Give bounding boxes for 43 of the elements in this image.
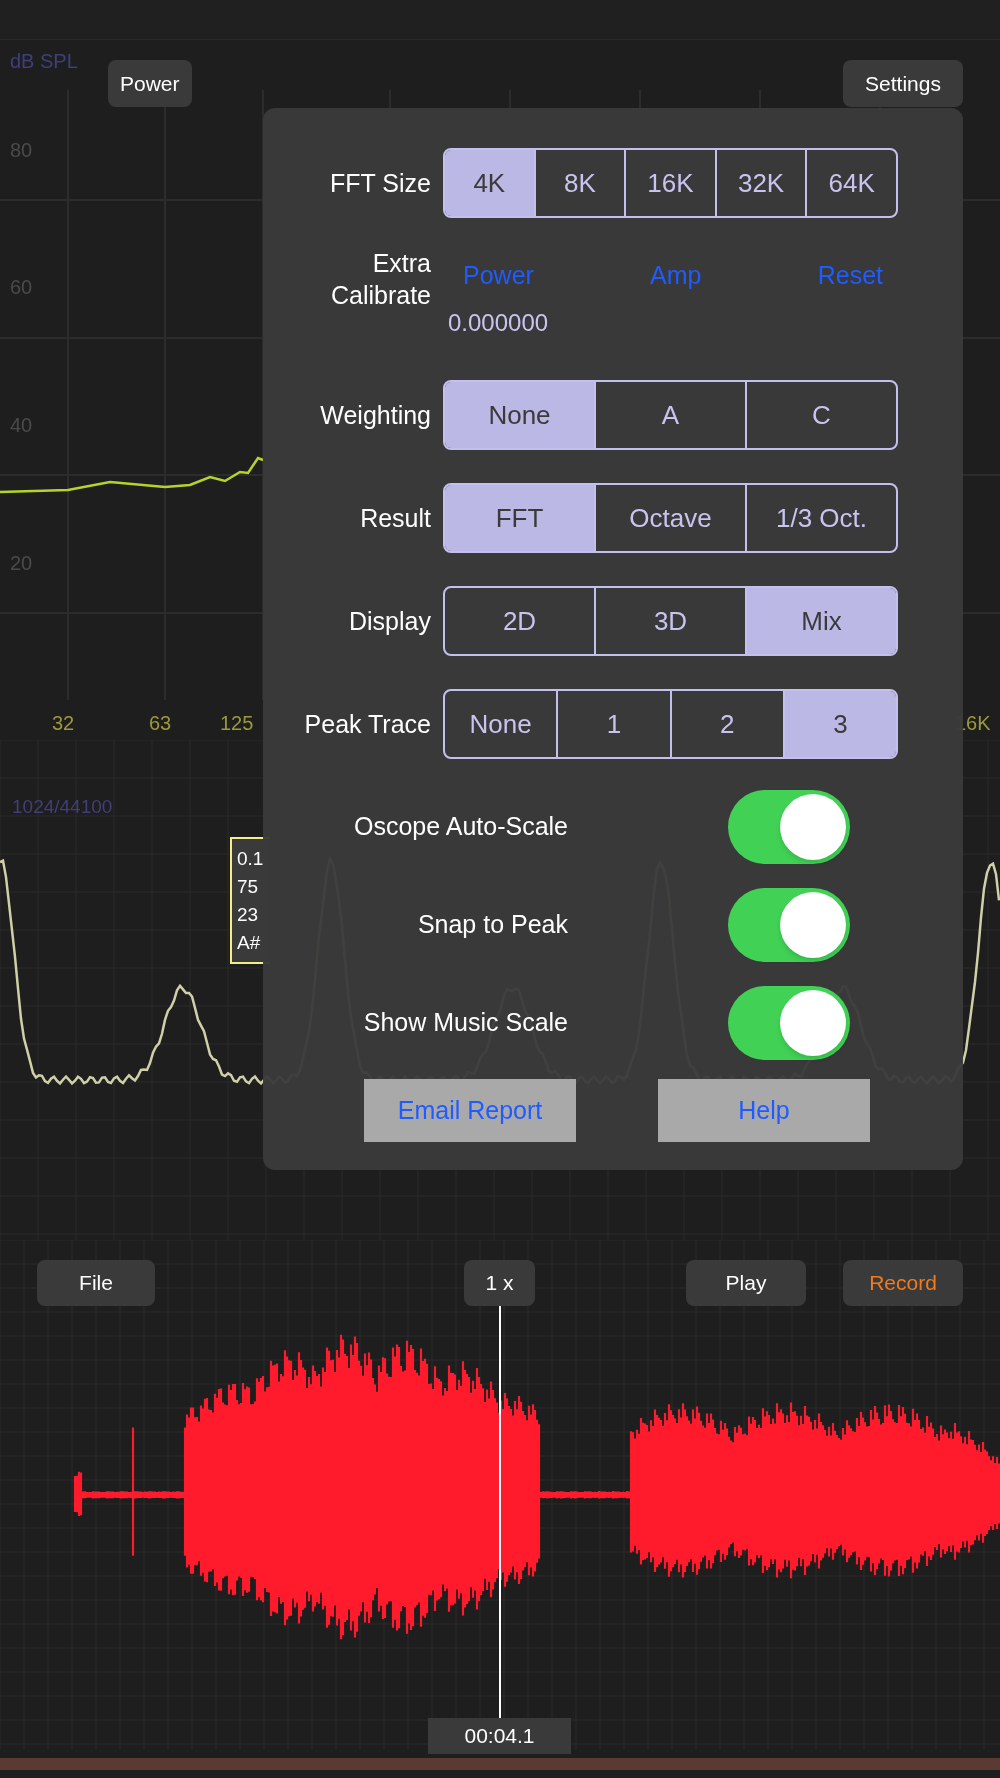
toggle-label: Show Music Scale (362, 1007, 568, 1039)
segment-option[interactable]: 32K (714, 150, 806, 216)
segment-option[interactable]: Mix (745, 588, 896, 654)
zoom-button[interactable]: 1 x (464, 1260, 535, 1306)
toggle-switch[interactable] (728, 986, 850, 1060)
axis-tick-label: 63 (149, 711, 172, 736)
toggle-label: Oscope Auto-Scale (353, 811, 568, 843)
segment-option[interactable]: 16K (624, 150, 715, 216)
toggle-label: Snap to Peak (416, 909, 568, 941)
marker-value: A# (237, 930, 262, 955)
setting-label: Display (348, 606, 432, 637)
scale-label: 1024/44100 (12, 795, 113, 819)
axis-tick-label: 125 (220, 711, 254, 736)
power-button[interactable]: Power (108, 60, 192, 107)
setting-label: Weighting (319, 400, 432, 431)
file-button[interactable]: File (37, 1260, 155, 1306)
segment-option[interactable]: None (445, 691, 557, 757)
segment-option[interactable]: 1/3 Oct. (745, 485, 896, 551)
time-label: 00:04.1 (428, 1718, 571, 1754)
segment-option[interactable]: C (745, 382, 896, 448)
segment-option[interactable]: 1 (556, 691, 670, 757)
marker-value: 23 (237, 902, 260, 927)
setting-label: Result (359, 503, 432, 534)
axis-unit-label: dB SPL (10, 49, 78, 74)
setting-label: Extra Calibrate (329, 248, 432, 311)
segment-option[interactable]: None (445, 382, 594, 448)
calibration-value: 0.000000 (448, 307, 550, 338)
segment-option[interactable]: Octave (594, 485, 745, 551)
settings-button[interactable]: Settings (843, 60, 963, 107)
segment-option[interactable]: 3 (782, 691, 896, 757)
segment-option[interactable]: FFT (445, 485, 594, 551)
segment-option[interactable]: 64K (805, 150, 896, 216)
segment-option[interactable]: A (594, 382, 745, 448)
setting-label: Peak Trace (303, 709, 432, 740)
marker-value: 75 (237, 874, 260, 899)
segment-option[interactable]: 4K (445, 150, 534, 216)
marker-value: 0.1 (237, 846, 265, 871)
segment-option[interactable]: 8K (533, 150, 625, 216)
axis-tick-label: 32 (52, 711, 75, 736)
play-button[interactable]: Play (686, 1260, 806, 1306)
record-button[interactable]: Record (843, 1260, 963, 1306)
setting-label: FFT Size (329, 168, 432, 199)
segment-option[interactable]: 2D (445, 588, 594, 654)
